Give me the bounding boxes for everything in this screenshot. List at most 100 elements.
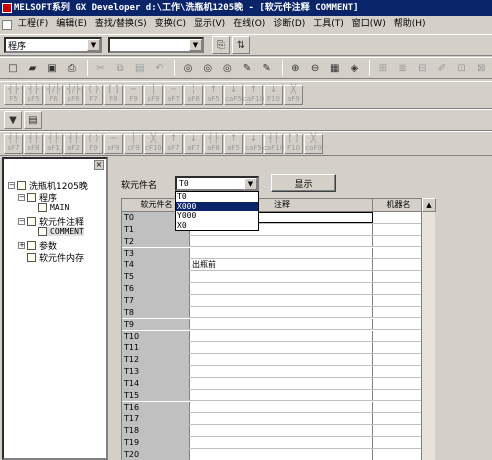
program-combo[interactable]: 程序 ▼	[4, 37, 102, 53]
table-row[interactable]: T20	[122, 449, 421, 460]
comment-cell[interactable]	[190, 318, 373, 330]
undo-icon[interactable]: ↶	[151, 59, 169, 77]
table-row[interactable]: T8	[122, 306, 421, 319]
comment-cell[interactable]	[190, 283, 373, 294]
comment-cell[interactable]	[190, 306, 373, 318]
table-row[interactable]: T13	[122, 366, 421, 378]
comment-cell[interactable]	[190, 235, 373, 247]
menu-help[interactable]: 帮助(H)	[390, 16, 430, 33]
device-dropdown-list[interactable]: T0 X000 Y000 X0	[175, 191, 259, 231]
monitor-start-icon[interactable]: ◈	[346, 59, 364, 77]
table-row[interactable]: T0	[122, 212, 421, 224]
fkey2-16[interactable]: ╳ caF9	[304, 133, 323, 154]
table-row[interactable]: T6	[122, 283, 421, 295]
zoom-in-icon[interactable]: ⊕	[287, 59, 305, 77]
table-row[interactable]: T18	[122, 425, 421, 437]
fkey-rising[interactable]: ↑ aF5	[204, 85, 223, 105]
alias-cell[interactable]	[373, 413, 421, 424]
alias-cell[interactable]	[373, 366, 421, 377]
dropdown-option[interactable]: T0	[176, 192, 258, 202]
print-icon[interactable]: ⎙	[63, 59, 81, 77]
open-folder-icon[interactable]: ▰	[24, 59, 42, 77]
alias-cell[interactable]	[373, 319, 421, 330]
fkey2-2[interactable]: ┤├ sF8	[24, 133, 43, 154]
scroll-up-icon[interactable]: ▲	[422, 198, 436, 212]
alias-cell[interactable]	[373, 224, 421, 235]
monitor-mode-icon[interactable]: ⊠	[472, 59, 490, 77]
fkey-instruction[interactable]: [ ] F8	[104, 85, 123, 105]
find-contact-icon[interactable]: ◎	[219, 59, 237, 77]
read-mode-icon[interactable]: ⊡	[453, 59, 471, 77]
dropdown-option-selected[interactable]: X000	[176, 201, 258, 211]
header-alias[interactable]: 机器名	[373, 199, 421, 211]
fkey2-13[interactable]: ↓ caF5	[244, 133, 263, 154]
menu-tools[interactable]: 工具(T)	[309, 16, 348, 33]
alias-cell[interactable]	[373, 236, 421, 247]
comment-cell[interactable]	[190, 437, 373, 448]
table-row[interactable]: T11	[122, 342, 421, 355]
menu-convert[interactable]: 变换(C)	[151, 16, 190, 33]
alias-cell[interactable]	[373, 271, 421, 282]
alias-cell[interactable]	[373, 354, 421, 365]
fkey2-9[interactable]: ↑ sF7	[164, 133, 183, 154]
ladder-mode-icon[interactable]: ⊞	[374, 59, 392, 77]
menu-view[interactable]: 显示(V)	[190, 16, 229, 33]
comment-cell[interactable]	[190, 449, 373, 460]
fkey2-8[interactable]: ╳ cF10	[144, 133, 163, 154]
fkey-hline[interactable]: ─ F9	[124, 85, 143, 105]
fkey2-1[interactable]: ┤├ sF7	[4, 133, 23, 154]
table-row[interactable]: T3	[122, 247, 421, 260]
menu-find-replace[interactable]: 查找/替换(S)	[91, 16, 151, 33]
comment-cell[interactable]	[190, 377, 373, 389]
zoom-out-icon[interactable]: ⊖	[306, 59, 324, 77]
fkey2-11[interactable]: ┤├ aF8	[204, 133, 223, 154]
alias-cell[interactable]	[373, 390, 421, 401]
table-row[interactable]: T9	[122, 318, 421, 331]
fkey-rising-or[interactable]: ↑ caF10	[243, 85, 264, 105]
table-row[interactable]: T16	[122, 401, 421, 414]
fkey2-10[interactable]: ↓ aF7	[184, 133, 203, 154]
chevron-down-icon[interactable]: ▼	[87, 39, 100, 51]
menu-window[interactable]: 窗口(W)	[348, 16, 390, 33]
menu-edit[interactable]: 编辑(E)	[52, 16, 91, 33]
fkey-contact-b[interactable]: ┤/├ F6	[44, 85, 63, 105]
save-icon[interactable]: ▣	[43, 59, 61, 77]
copy-icon[interactable]: ⧉	[111, 59, 129, 77]
table-row[interactable]: T7	[122, 294, 421, 307]
program-list-icon[interactable]: ⎘	[212, 36, 230, 54]
comment-cell[interactable]	[190, 413, 373, 425]
param-list-icon[interactable]: ⇅	[232, 36, 250, 54]
monitor-icon[interactable]: ▦	[326, 59, 344, 77]
paste-icon[interactable]: ▤	[131, 59, 149, 77]
dropdown-option[interactable]: X0	[176, 221, 258, 231]
table-row[interactable]: T5	[122, 271, 421, 283]
sfc-mode-icon[interactable]: ⊟	[413, 59, 431, 77]
fkey-vline[interactable]: │ sF9	[144, 85, 163, 105]
fkey-contact-or[interactable]: ┤├ sF5	[24, 85, 43, 105]
tree-main[interactable]: MAIN	[38, 203, 69, 212]
fkey2-14[interactable]: ┤├ caF10	[263, 133, 284, 154]
alias-cell[interactable]	[373, 402, 421, 413]
alias-cell[interactable]	[373, 331, 421, 342]
table-row[interactable]: T15	[122, 389, 421, 402]
alias-cell[interactable]	[373, 342, 421, 353]
read-plc-icon[interactable]: ✎	[258, 59, 276, 77]
table-row[interactable]: T2	[122, 235, 421, 248]
fkey-delete-hline[interactable]: ╌ aF7	[164, 85, 183, 105]
cut-icon[interactable]: ✂	[92, 59, 110, 77]
fkey-falling-or[interactable]: ↓ F10	[264, 85, 283, 105]
comment-cell[interactable]	[190, 401, 373, 413]
block-combo[interactable]: ▼	[108, 37, 204, 53]
display-button[interactable]: 显示	[271, 174, 336, 192]
find-icon[interactable]: ◎	[179, 59, 197, 77]
fkey-contact-b-or[interactable]: ┤/├ sF6	[64, 85, 83, 105]
comment-cell[interactable]	[190, 247, 373, 259]
tree-device-memory[interactable]: 软元件内存	[27, 251, 84, 264]
device-name-combo[interactable]: T0 ▼	[175, 176, 259, 191]
find-device-icon[interactable]: ◎	[199, 59, 217, 77]
fkey-coil[interactable]: ( ) F7	[84, 85, 103, 105]
chevron-down-icon[interactable]: ▼	[244, 178, 257, 190]
alias-cell[interactable]	[373, 425, 421, 436]
comment-cell[interactable]	[190, 271, 373, 282]
fkey2-5[interactable]: ( ) F9	[84, 133, 103, 154]
